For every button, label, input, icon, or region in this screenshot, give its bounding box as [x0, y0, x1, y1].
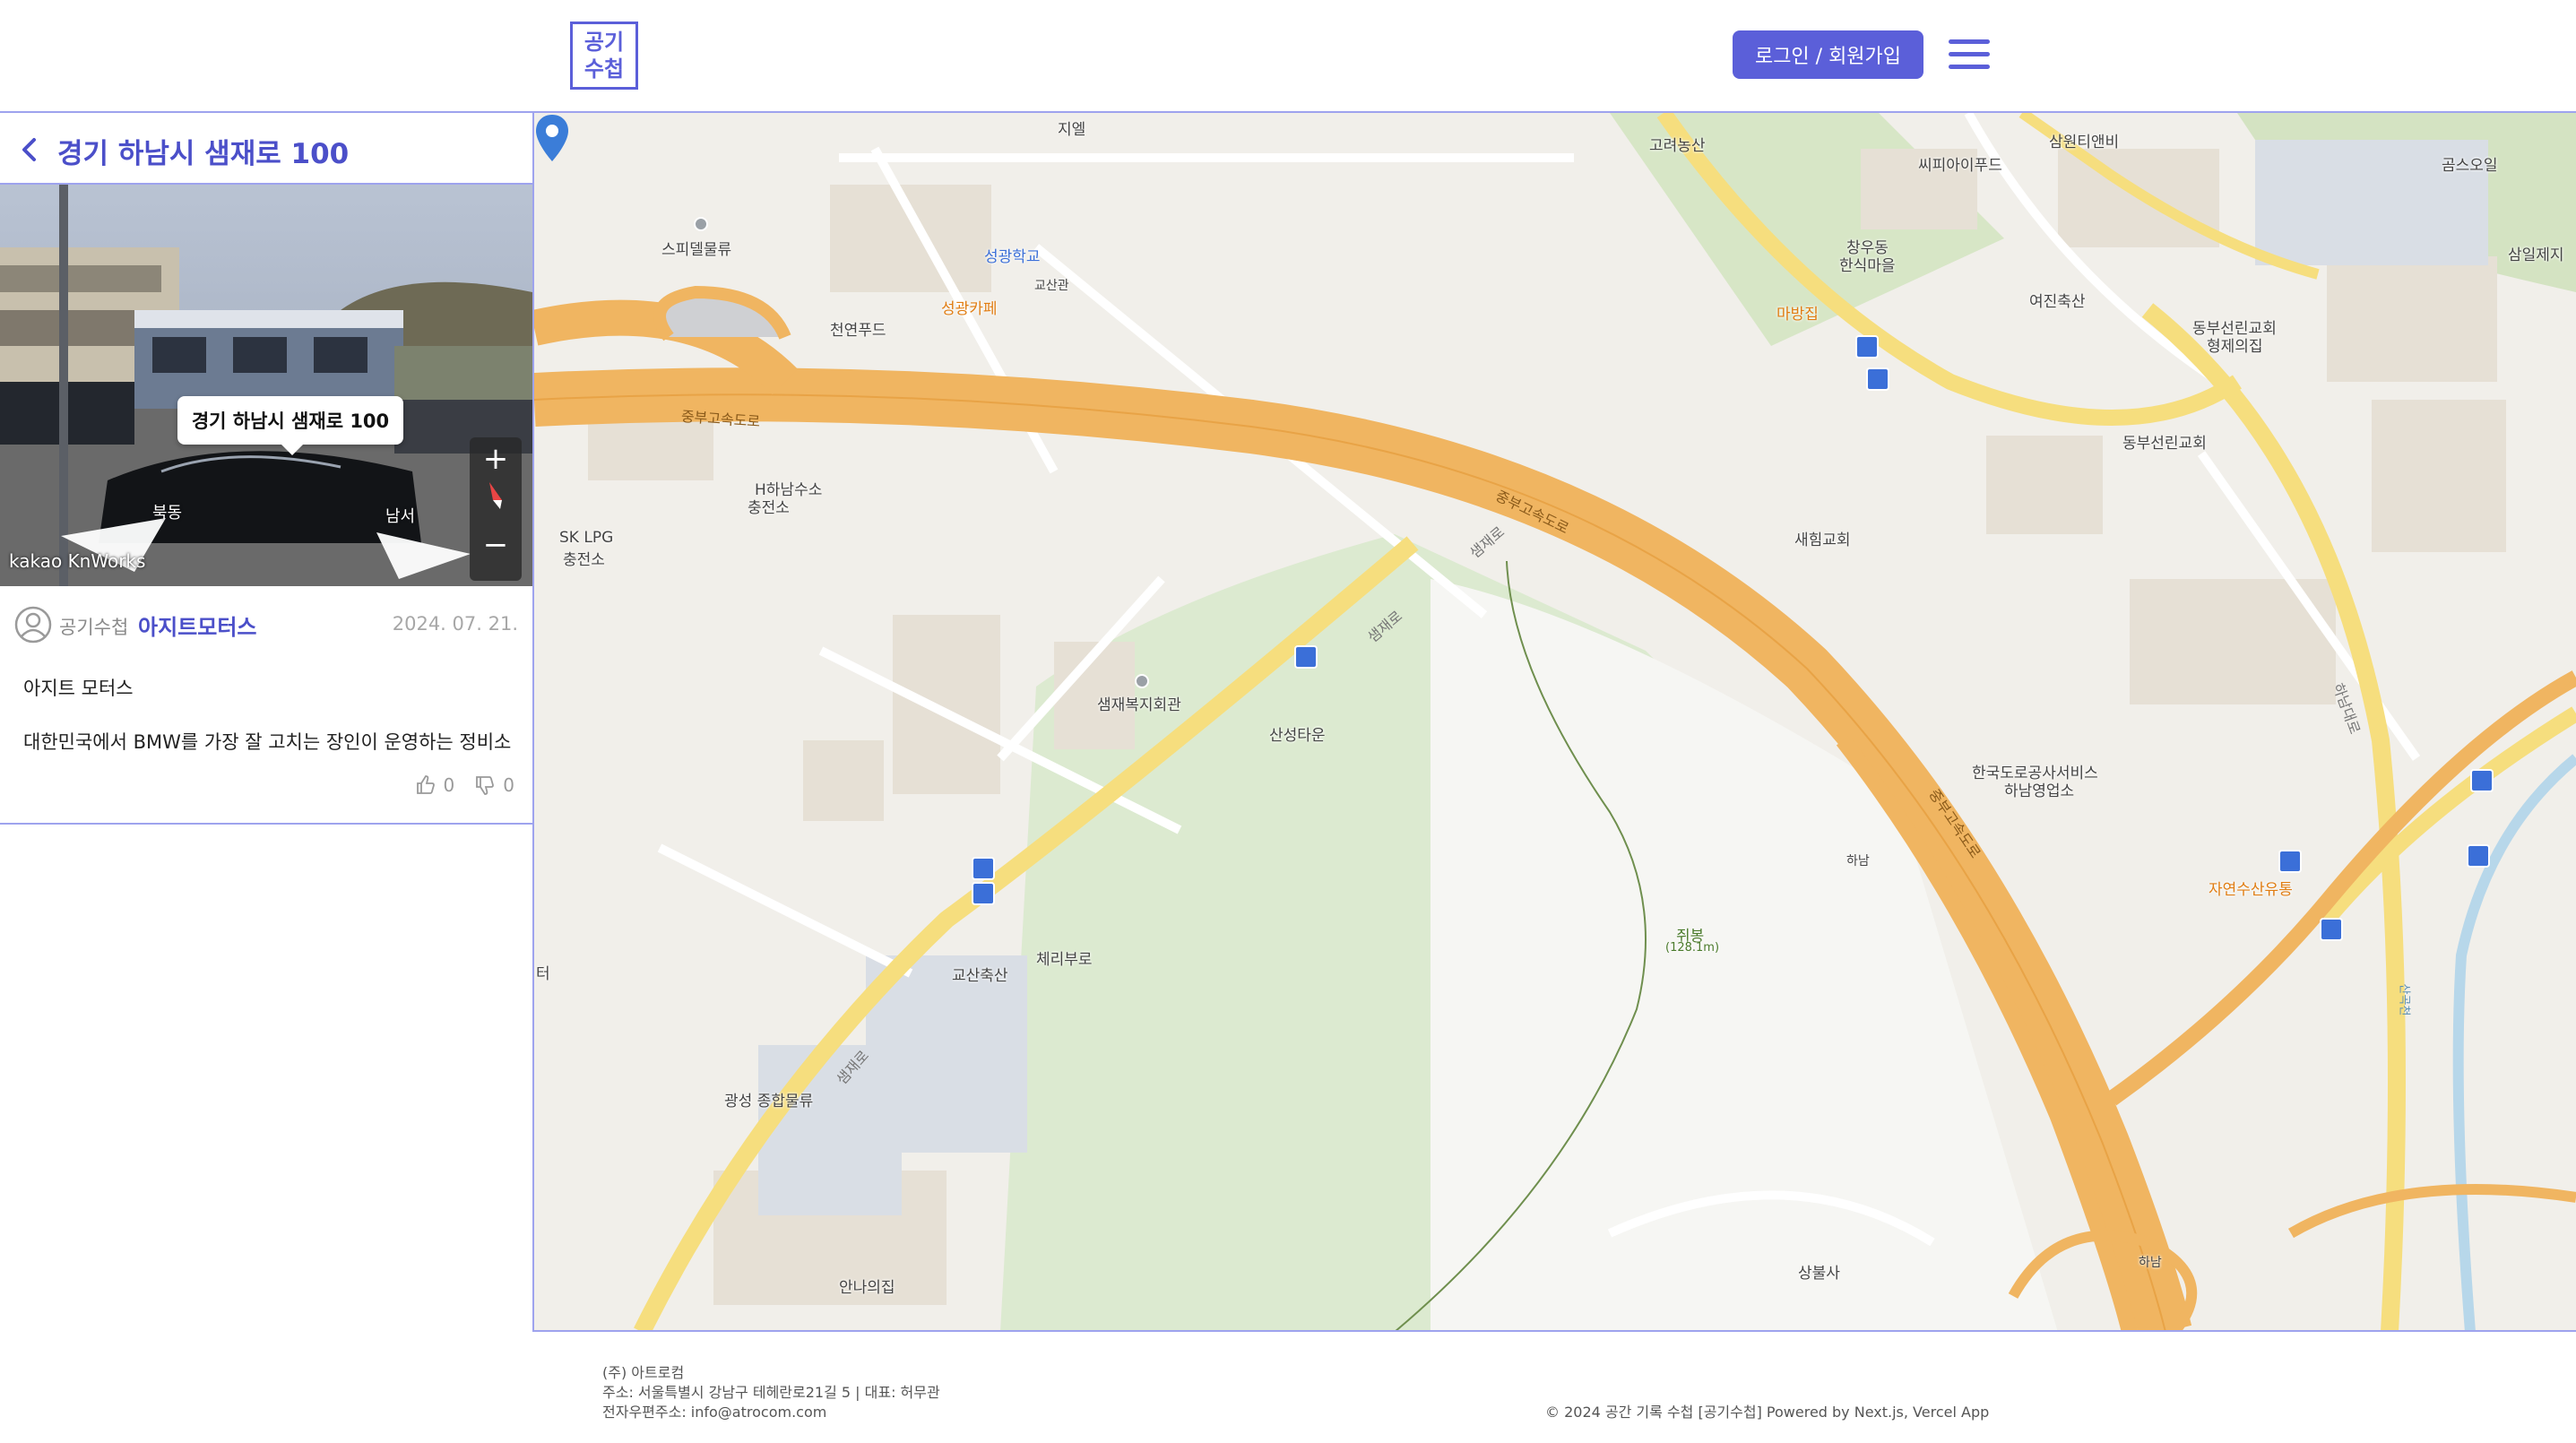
footer-copyright: © 2024 공간 기록 수첩 [공기수첩] Powered by Next.j…	[1545, 1404, 1990, 1421]
map-poi[interactable]: SK LPG	[559, 529, 613, 547]
site-footer: (주) 아트로컴 주소: 서울특별시 강남구 테헤란로21길 5 | 대표: 허…	[0, 1332, 2576, 1443]
map-poi[interactable]: 충전소	[563, 547, 605, 569]
roadview-address-label: 경기 하남시 샘재로 100	[177, 396, 403, 455]
location-title: 경기 하남시 샘재로 100	[57, 138, 350, 170]
direction-southwest[interactable]: 남서	[385, 504, 415, 527]
map-poi[interactable]: 교산축산	[952, 963, 1008, 985]
map-poi[interactable]: 교산관	[1034, 276, 1069, 294]
zoom-out-button[interactable]: −	[470, 527, 522, 563]
map-poi[interactable]: 여진축산	[2029, 289, 2086, 311]
map-poi[interactable]: 삼일제지	[2508, 242, 2564, 264]
roadview-brand-logo: kakao KnWorks	[9, 550, 146, 572]
bus-stop-icon[interactable]	[2320, 918, 2343, 941]
detail-sidebar: 경기 하남시 샘재로 100 경기 하남시 샘재로 100 + − 북동 남서 …	[0, 113, 534, 1332]
map-poi[interactable]: 고려농산	[1649, 133, 1706, 155]
map-poi[interactable]: 하남영업소	[2004, 778, 2074, 800]
post-date: 2024. 07. 21.	[392, 613, 518, 635]
thumbs-up-icon[interactable]	[415, 774, 437, 796]
stream-label: 산곡천	[2397, 983, 2411, 1016]
map-poi[interactable]: 안나의집	[839, 1275, 895, 1297]
location-pin-icon[interactable]	[534, 113, 570, 163]
map-poi[interactable]: 하남	[2139, 1253, 2162, 1271]
map-poi[interactable]: 곰스오일	[2442, 152, 2498, 175]
footer-address: 주소: 서울특별시 강남구 테헤란로21길 5 | 대표: 허무관	[602, 1384, 940, 1401]
map-poi[interactable]: 자연수산유통	[2209, 877, 2293, 899]
bus-stop-icon[interactable]	[1866, 367, 1889, 391]
poi-marker-icon	[694, 217, 708, 231]
bus-stop-icon[interactable]	[2470, 769, 2494, 792]
map-poi[interactable]: 체리부로	[1036, 946, 1093, 969]
footer-company: (주) 아트로컴	[602, 1364, 685, 1381]
bus-stop-icon[interactable]	[972, 857, 995, 880]
logo-line-1: 공기	[583, 30, 625, 55]
map-poi[interactable]: 스피델물류	[661, 237, 731, 259]
logo-line-2: 수첩	[583, 56, 625, 82]
map-poi[interactable]: 충전소	[748, 495, 790, 517]
map-poi[interactable]: 씨피아이푸드	[1918, 152, 2002, 175]
footer-email[interactable]: 전자우편주소: info@atrocom.com	[602, 1400, 826, 1421]
roadview-image	[0, 185, 532, 586]
map-view[interactable]: 지엘 스피델물류 성광학교 교산관 성광카페 천연푸드 H하남수소 충전소 SK…	[534, 113, 2576, 1332]
bus-stop-icon[interactable]	[2467, 844, 2490, 868]
map-poi[interactable]: 터	[536, 961, 550, 983]
site-logo[interactable]: 공기 수첩	[570, 22, 638, 90]
roadview-zoom-control: + −	[470, 437, 522, 581]
top-header: 공기 수첩 로그인 / 회원가입	[0, 0, 2576, 113]
map-base-layer	[534, 113, 2576, 1330]
login-signup-button[interactable]: 로그인 / 회원가입	[1733, 30, 1923, 79]
map-poi[interactable]: 새힘교회	[1794, 527, 1851, 549]
map-poi[interactable]: 동부선린교회	[2122, 430, 2207, 453]
reaction-bar: 0 0	[415, 774, 514, 796]
map-poi[interactable]: 천연푸드	[830, 317, 886, 340]
map-poi[interactable]: 상불사	[1798, 1260, 1840, 1283]
map-poi[interactable]: 삼원티앤비	[2049, 129, 2119, 151]
map-poi[interactable]: 성광학교	[984, 244, 1041, 266]
map-poi[interactable]: 광성 종합물류	[724, 1088, 813, 1110]
post-card: 공기수첩 아지트모터스 2024. 07. 21. 아지트 모터스 대한민국에서…	[0, 586, 532, 825]
post-body: 대한민국에서 BMW를 가장 잘 고치는 장인이 운영하는 정비소	[23, 731, 512, 753]
poi-marker-icon	[1135, 674, 1149, 688]
like-count: 0	[443, 774, 455, 796]
bus-stop-icon[interactable]	[972, 882, 995, 905]
map-poi[interactable]: 하남	[1846, 851, 1870, 869]
post-title: 아지트 모터스	[23, 678, 134, 699]
dislike-count: 0	[503, 774, 514, 796]
roadview-panel[interactable]: 경기 하남시 샘재로 100 + − 북동 남서 kakao KnWorks	[0, 185, 532, 586]
bus-stop-icon[interactable]	[2278, 850, 2302, 873]
user-avatar-icon	[14, 606, 52, 644]
bus-stop-icon[interactable]	[1294, 645, 1318, 669]
sidebar-header: 경기 하남시 샘재로 100	[0, 113, 534, 185]
hamburger-menu-icon[interactable]	[1949, 36, 1992, 73]
thumbs-down-icon[interactable]	[474, 774, 496, 796]
map-poi[interactable]: 지엘	[1058, 117, 1085, 139]
direction-northeast[interactable]: 북동	[152, 500, 182, 523]
map-poi[interactable]: 마방집	[1776, 301, 1819, 324]
map-poi[interactable]: 산성타운	[1269, 722, 1326, 745]
post-author[interactable]: 아지트모터스	[138, 609, 256, 641]
back-arrow-icon[interactable]	[16, 134, 43, 165]
compass-icon[interactable]	[470, 480, 522, 521]
zoom-in-button[interactable]: +	[470, 441, 522, 477]
map-poi[interactable]: 성광카페	[941, 296, 998, 318]
map-poi[interactable]: 한식마을	[1839, 253, 1896, 275]
map-poi: (128.1m)	[1665, 941, 1720, 955]
map-poi[interactable]: 형제의집	[2207, 333, 2263, 356]
map-poi[interactable]: 샘재복지회관	[1097, 692, 1181, 714]
bus-stop-icon[interactable]	[1855, 335, 1879, 359]
post-category: 공기수첩	[59, 617, 129, 638]
